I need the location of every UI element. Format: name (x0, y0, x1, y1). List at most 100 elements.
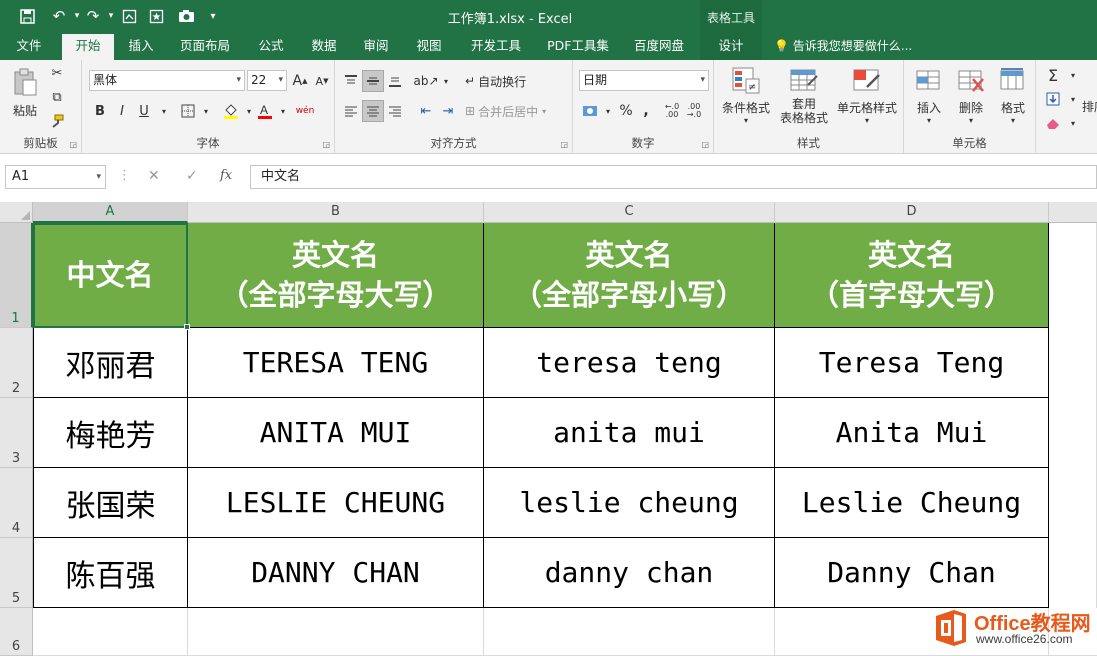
orientation-dropdown-icon[interactable]: ▾ (435, 70, 457, 92)
tab-data[interactable]: 数据 (302, 34, 346, 60)
font-launcher-icon[interactable]: ◲ (322, 140, 330, 149)
tab-file[interactable]: 文件 (6, 34, 52, 60)
wrap-text-button[interactable]: ↵ 自动换行 (465, 70, 545, 92)
tell-me-search[interactable]: 💡 告诉我您想要做什么... (774, 34, 912, 60)
name-box[interactable]: A1 ▾ (5, 165, 106, 189)
select-all-button[interactable] (0, 202, 33, 223)
cell-d4[interactable]: Leslie Cheung (775, 468, 1049, 538)
row-header-4[interactable]: 4 (0, 468, 33, 538)
paste-button[interactable]: 粘贴 (8, 64, 42, 122)
italic-button[interactable]: I (111, 100, 133, 122)
clear-eraser-icon[interactable] (1042, 112, 1064, 134)
row-header-3[interactable]: 3 (0, 398, 33, 468)
cell-d1[interactable]: 英文名 （首字母大写） (775, 223, 1049, 328)
conditional-formatting-button[interactable]: ≠ 条件格式 ▾ (718, 64, 774, 128)
format-as-table-button[interactable]: 套用 表格格式 (774, 64, 834, 128)
cell-b1[interactable]: 英文名 （全部字母大写） (188, 223, 484, 328)
cut-icon[interactable]: ✂ (46, 62, 68, 84)
save-icon[interactable] (16, 5, 38, 27)
enter-formula-button[interactable]: ✓ (186, 168, 198, 184)
tab-page-layout[interactable]: 页面布局 (172, 34, 238, 60)
cell-a3[interactable]: 梅艳芳 (33, 398, 188, 468)
alignment-launcher-icon[interactable]: ◲ (560, 140, 568, 149)
phonetic-button[interactable]: wén (294, 100, 316, 122)
cell-c2[interactable]: teresa teng (484, 328, 775, 398)
format-painter-icon[interactable] (46, 110, 68, 132)
cell-a4[interactable]: 张国荣 (33, 468, 188, 538)
borders-dropdown-icon[interactable]: ▾ (195, 100, 217, 122)
clear-dropdown-icon[interactable]: ▾ (1062, 112, 1084, 134)
font-size-select[interactable]: 22 ▾ (247, 70, 287, 91)
number-format-select[interactable]: 日期 ▾ (579, 70, 709, 91)
copy-icon[interactable]: ⧉ (46, 86, 68, 108)
align-bottom-icon[interactable] (384, 70, 406, 92)
comma-button[interactable]: , (635, 100, 657, 122)
cell-c3[interactable]: anita mui (484, 398, 775, 468)
tab-pdf-tools[interactable]: PDF工具集 (538, 34, 618, 60)
fill-dropdown-icon[interactable]: ▾ (1062, 88, 1084, 110)
cell-b5[interactable]: DANNY CHAN (188, 538, 484, 608)
row-header-6[interactable]: 6 (0, 608, 33, 656)
customize-qat-icon[interactable]: ▾ (202, 5, 224, 27)
delete-cells-button[interactable]: 删除 ▾ (950, 64, 992, 128)
decrease-decimal-button[interactable]: .00 →.0 (683, 100, 705, 122)
fill-handle[interactable] (184, 324, 190, 330)
font-name-select[interactable]: 黑体 ▾ (89, 70, 245, 91)
clipboard-launcher-icon[interactable]: ◲ (69, 140, 77, 149)
align-right-icon[interactable] (384, 100, 406, 122)
orientation-icon[interactable]: ab↗ (413, 70, 438, 92)
cancel-formula-button[interactable]: ✕ (148, 168, 160, 184)
align-middle-icon[interactable] (362, 70, 384, 92)
column-header-e[interactable] (1049, 202, 1097, 223)
underline-button[interactable]: U (133, 100, 155, 122)
font-color-dropdown-icon[interactable]: ▾ (272, 100, 294, 122)
tab-review[interactable]: 审阅 (354, 34, 398, 60)
row-header-5[interactable]: 5 (0, 538, 33, 608)
fill-icon[interactable] (1042, 88, 1064, 110)
cell-c5[interactable]: danny chan (484, 538, 775, 608)
cell-b2[interactable]: TERESA TENG (188, 328, 484, 398)
cell-d3[interactable]: Anita Mui (775, 398, 1049, 468)
cell-a2[interactable]: 邓丽君 (33, 328, 188, 398)
merge-center-button[interactable]: ⊞ 合并后居中 ▾ (465, 100, 565, 122)
column-header-b[interactable]: B (188, 202, 484, 223)
cell-d2[interactable]: Teresa Teng (775, 328, 1049, 398)
cell-d5[interactable]: Danny Chan (775, 538, 1049, 608)
align-top-icon[interactable] (340, 70, 362, 92)
star-icon[interactable] (145, 5, 167, 27)
tab-baidu-netdisk[interactable]: 百度网盘 (626, 34, 692, 60)
formula-input[interactable]: 中文名 (250, 165, 1097, 189)
row-header-1[interactable]: 1 (0, 223, 33, 328)
tab-developer[interactable]: 开发工具 (462, 34, 530, 60)
increase-indent-icon[interactable]: ⇥ (437, 100, 459, 122)
autosum-dropdown-icon[interactable]: ▾ (1062, 64, 1084, 86)
column-header-a[interactable]: A (33, 202, 188, 223)
cell-a5[interactable]: 陈百强 (33, 538, 188, 608)
cell-c4[interactable]: leslie cheung (484, 468, 775, 538)
screenshot-icon[interactable] (118, 5, 140, 27)
column-header-c[interactable]: C (484, 202, 775, 223)
percent-button[interactable]: % (615, 100, 637, 122)
camera-icon[interactable] (175, 5, 197, 27)
sort-filter-button[interactable]: 排序 (1082, 96, 1097, 116)
insert-cells-button[interactable]: 插入 ▾ (908, 64, 950, 128)
insert-function-button[interactable]: fx (220, 168, 232, 183)
shrink-font-button[interactable]: A ▼ (311, 70, 333, 92)
decrease-indent-icon[interactable]: ⇤ (415, 100, 437, 122)
align-left-icon[interactable] (340, 100, 362, 122)
underline-dropdown-icon[interactable]: ▾ (153, 100, 175, 122)
cell-b3[interactable]: ANITA MUI (188, 398, 484, 468)
autosum-icon[interactable]: Σ (1042, 64, 1064, 86)
cell-styles-button[interactable]: 单元格样式 ▾ (834, 64, 900, 128)
align-center-icon[interactable] (362, 100, 384, 122)
bold-button[interactable]: B (89, 100, 111, 122)
tab-design[interactable]: 设计 (700, 34, 762, 60)
tab-home[interactable]: 开始 (62, 34, 114, 61)
grow-font-button[interactable]: A ▲ (289, 70, 311, 92)
column-header-d[interactable]: D (775, 202, 1049, 223)
tab-view[interactable]: 视图 (407, 34, 451, 60)
cell-a1[interactable]: 中文名 (33, 223, 188, 328)
cell-c1[interactable]: 英文名 （全部字母小写） (484, 223, 775, 328)
increase-decimal-button[interactable]: ←.0.00 (661, 100, 683, 122)
cell-b4[interactable]: LESLIE CHEUNG (188, 468, 484, 538)
